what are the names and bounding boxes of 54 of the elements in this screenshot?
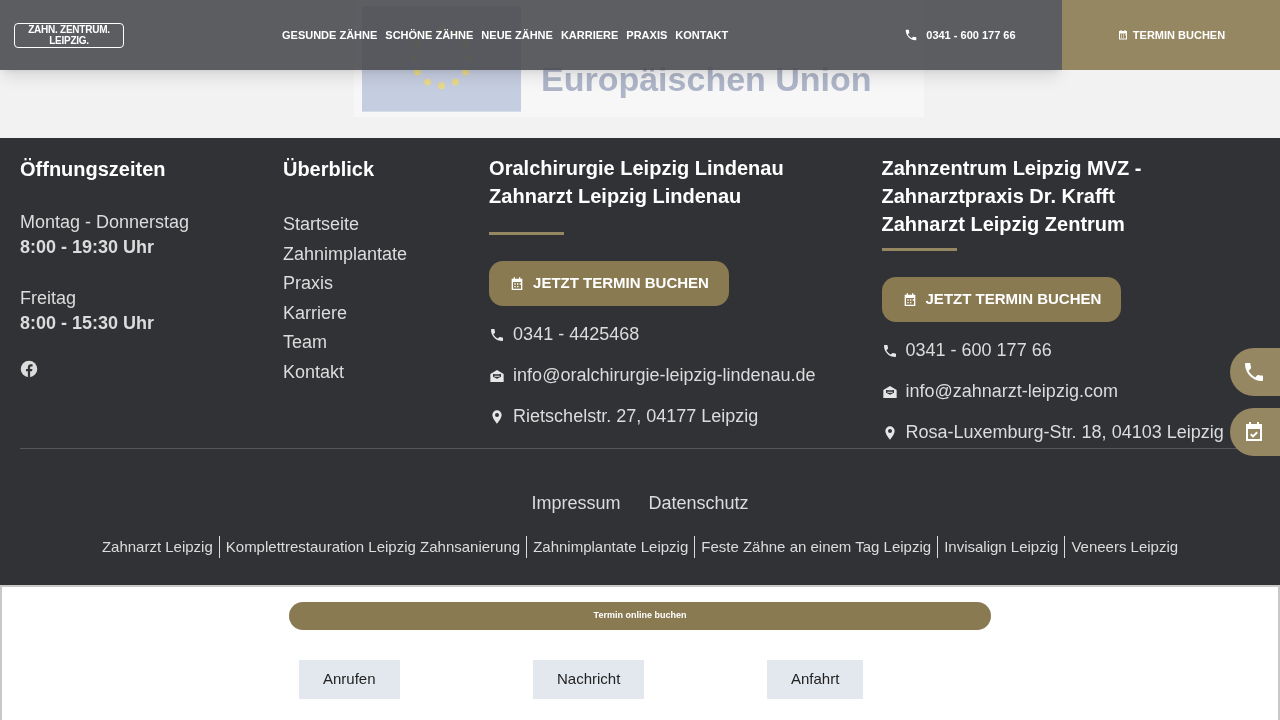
phone-icon [904, 28, 919, 42]
floating-call-button[interactable] [1230, 348, 1280, 396]
email-link[interactable]: info@oralchirurgie-leipzig-lindenau.de [513, 365, 816, 386]
calendar-icon [1116, 29, 1129, 41]
nav-link[interactable]: KARRIERE [560, 26, 619, 44]
nav-link[interactable]: NEUE ZÄHNE [481, 26, 553, 44]
legal-link[interactable]: Datenschutz [648, 490, 749, 517]
logo[interactable]: ZAHN. ZENTRUM. LEIPZIG. [14, 22, 124, 48]
footer-link[interactable]: Kontakt [282, 357, 344, 387]
footer-link[interactable]: Feste Zähne an einem Tag Leipzig [694, 536, 938, 558]
nav-link[interactable]: SCHÖNE ZÄHNE [385, 26, 474, 44]
footer-link[interactable]: Zahnimplantate Leipzig [526, 536, 695, 558]
facebook-icon[interactable] [20, 360, 38, 378]
phone-icon [489, 326, 506, 343]
footer-link[interactable]: Praxis [282, 269, 333, 299]
phone-icon [881, 342, 898, 359]
address: Rosa-Luxemburg-Str. 18, 04103 Leipzig [905, 422, 1224, 443]
opening-time: 8:00 - 15:30 Uhr [20, 312, 156, 335]
header-phone-link[interactable]: 0341 - 600 177 66 [926, 26, 1016, 44]
opening-days: Montag - Donnerstag [20, 210, 283, 235]
location-heading: Oralchirurgie Leipzig Lindenau Zahnarzt Leipzig Lindenau [489, 156, 785, 209]
book-appointment-button[interactable]: JETZT TERMIN BUCHEN [489, 261, 729, 306]
envelope-icon [489, 367, 506, 384]
footer-link[interactable]: Team [282, 328, 327, 358]
column-heading: Überblick [282, 157, 376, 182]
book-appointment-button[interactable]: TERMIN BUCHEN [1062, 0, 1280, 70]
footer-link[interactable]: Invisalign Leipzig [937, 536, 1065, 558]
footer-link[interactable]: Zahnarzt Leipzig [95, 536, 219, 558]
email-link[interactable]: info@zahnarzt-leipzig.com [905, 381, 1118, 402]
action-button[interactable]: Nachricht [533, 660, 645, 699]
envelope-icon [881, 383, 898, 400]
nav-link[interactable]: PRAXIS [626, 26, 668, 44]
legal-link[interactable]: Impressum [531, 490, 621, 517]
phone-link[interactable]: 0341 - 4425468 [513, 324, 640, 345]
footer-link[interactable]: Karriere [282, 298, 347, 328]
footer-link[interactable]: Veneers Leipzig [1064, 536, 1185, 558]
banner-text: Europäischen Union [541, 61, 872, 97]
nav-link[interactable]: KONTAKT [675, 26, 729, 44]
floating-calendar-button[interactable] [1230, 408, 1280, 456]
opening-time: 8:00 - 19:30 Uhr [20, 236, 156, 259]
opening-days: Freitag [20, 286, 283, 311]
footer-link[interactable]: Zahnimplantate [282, 239, 407, 269]
book-appointment-button[interactable]: JETZT TERMIN BUCHEN [881, 277, 1122, 322]
location-heading: Zahnzentrum Leipzig MVZ - Zahnarztpraxis Dr. Krafft Zahnarzt Leipzig Zentrum [881, 156, 1143, 237]
phone-link[interactable]: 0341 - 600 177 66 [905, 340, 1052, 361]
nav-link[interactable]: GESUNDE ZÄHNE [282, 26, 378, 44]
action-button[interactable]: Anrufen [299, 660, 400, 699]
phone-icon [1242, 360, 1266, 384]
action-button[interactable]: Anfahrt [767, 660, 864, 699]
footer-link[interactable]: Startseite [282, 210, 359, 240]
address: Rietschelstr. 27, 04177 Leipzig [513, 406, 759, 427]
column-heading: Öffnungszeiten [20, 157, 167, 182]
footer-link[interactable]: Komplettrestauration Leipzig Zahnsanierung [218, 536, 527, 558]
online-booking-button[interactable]: Termin online buchen [289, 602, 991, 630]
